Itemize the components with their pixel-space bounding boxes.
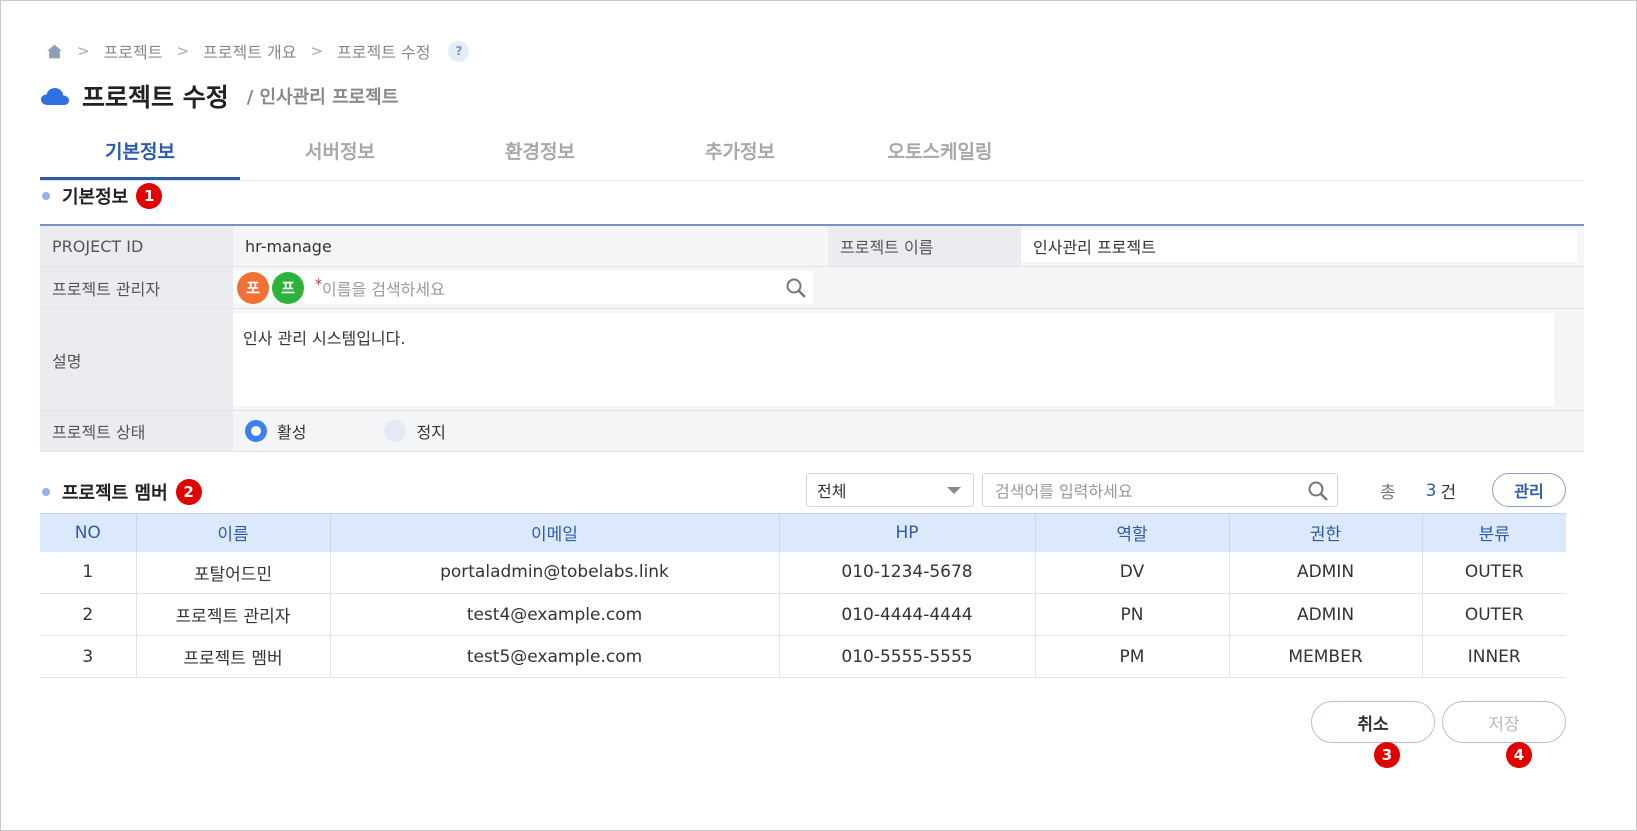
cell-name: 프로젝트 관리자 bbox=[136, 593, 331, 636]
section-title-members: 프로젝트 멤버 2 bbox=[42, 478, 202, 506]
breadcrumb-item-project[interactable]: 프로젝트 bbox=[104, 39, 163, 63]
cell-name: 프로젝트 멤버 bbox=[136, 635, 331, 678]
member-count: 총 3 건 bbox=[1380, 478, 1457, 504]
page-subtitle: / 인사관리 프로젝트 bbox=[246, 87, 399, 108]
cell-email: portaladmin@tobelabs.link bbox=[330, 551, 780, 594]
step-badge-2: 2 bbox=[175, 479, 202, 505]
avatar[interactable]: 포 bbox=[237, 271, 269, 304]
row-description: 설명 인사 관리 시스템입니다. bbox=[40, 309, 1584, 411]
column-header-category[interactable]: 분류 bbox=[1422, 513, 1566, 552]
required-mark: * bbox=[315, 277, 322, 293]
breadcrumb-item-edit: 프로젝트 수정 bbox=[337, 43, 431, 62]
cloud-icon bbox=[41, 88, 69, 105]
total-unit: 건 bbox=[1440, 483, 1457, 503]
help-icon[interactable]: ? bbox=[448, 40, 470, 62]
radio-stop[interactable] bbox=[384, 420, 407, 442]
cell-role: DV bbox=[1035, 551, 1230, 594]
step-badge-1: 1 bbox=[136, 183, 163, 209]
step-badge-3: 3 bbox=[1374, 742, 1400, 768]
column-header-no[interactable]: NO bbox=[40, 513, 137, 552]
avatar[interactable]: 프 bbox=[272, 271, 304, 304]
label-manager: 프로젝트 관리자 bbox=[40, 267, 233, 308]
chevron-right-icon: > bbox=[176, 42, 190, 60]
label-project-name: 프로젝트 이름 bbox=[828, 226, 1021, 266]
section-title-members-label: 프로젝트 멤버 bbox=[62, 483, 168, 504]
column-header-name[interactable]: 이름 bbox=[136, 513, 331, 552]
total-label: 총 bbox=[1380, 483, 1396, 503]
label-status: 프로젝트 상태 bbox=[40, 411, 233, 451]
cell-category: OUTER bbox=[1422, 593, 1566, 636]
label-description: 설명 bbox=[40, 309, 233, 410]
status-radio-group: 활성 정지 bbox=[233, 411, 1533, 451]
section-title-basic: 기본정보 1 bbox=[42, 182, 163, 210]
table-header-row: NO 이름 이메일 HP 역할 권한 분류 bbox=[40, 513, 1566, 552]
step-badge-4: 4 bbox=[1506, 742, 1532, 768]
column-header-hp[interactable]: HP bbox=[779, 513, 1036, 552]
cell-permission: MEMBER bbox=[1229, 635, 1423, 678]
page-header: 프로젝트 수정 / 인사관리 프로젝트 bbox=[40, 78, 398, 114]
total-count: 3 bbox=[1425, 480, 1437, 501]
table-row[interactable]: 2 프로젝트 관리자 test4@example.com 010-4444-44… bbox=[40, 593, 1566, 636]
search-icon[interactable] bbox=[1307, 480, 1329, 502]
manage-button[interactable]: 관리 bbox=[1492, 473, 1566, 507]
tab-env-info[interactable]: 환경정보 bbox=[440, 128, 640, 180]
tab-server-info[interactable]: 서버정보 bbox=[240, 128, 440, 180]
save-button[interactable]: 저장 bbox=[1442, 701, 1566, 743]
project-name-input[interactable]: 인사관리 프로젝트 bbox=[1021, 230, 1577, 262]
tab-autoscaling[interactable]: 오토스케일링 bbox=[840, 128, 1040, 180]
tab-extra-info[interactable]: 추가정보 bbox=[640, 128, 840, 180]
page-title: 프로젝트 수정 bbox=[82, 83, 229, 112]
chevron-right-icon: > bbox=[77, 42, 90, 60]
label-project-id: PROJECT ID bbox=[40, 226, 233, 266]
radio-stop-label[interactable]: 정지 bbox=[416, 419, 445, 443]
cell-no: 1 bbox=[40, 551, 137, 594]
cell-hp: 010-5555-5555 bbox=[779, 635, 1036, 678]
cell-no: 2 bbox=[40, 593, 137, 636]
bullet-icon bbox=[42, 488, 50, 496]
row-project-id: PROJECT ID hr-manage 프로젝트 이름 인사관리 프로젝트 bbox=[40, 226, 1584, 267]
cell-name: 포탈어드민 bbox=[136, 551, 331, 594]
description-textarea[interactable]: 인사 관리 시스템입니다. bbox=[233, 313, 1554, 406]
cell-hp: 010-4444-4444 bbox=[779, 593, 1036, 636]
table-row[interactable]: 1 포탈어드민 portaladmin@tobelabs.link 010-12… bbox=[40, 551, 1566, 594]
section-title-basic-label: 기본정보 bbox=[62, 187, 129, 208]
cell-role: PM bbox=[1035, 635, 1230, 678]
member-search-input[interactable]: 검색어를 입력하세요 bbox=[982, 473, 1338, 507]
manager-search-field[interactable]: 포 프 * 이름을 검색하세요 bbox=[233, 271, 813, 304]
cell-category: INNER bbox=[1422, 635, 1566, 678]
bullet-icon bbox=[42, 192, 50, 200]
member-table: NO 이름 이메일 HP 역할 권한 분류 1 포탈어드민 portaladmi… bbox=[40, 513, 1566, 678]
cell-email: test4@example.com bbox=[330, 593, 780, 636]
cell-hp: 010-1234-5678 bbox=[779, 551, 1036, 594]
cell-email: test5@example.com bbox=[330, 635, 780, 678]
member-search-placeholder: 검색어를 입력하세요 bbox=[995, 482, 1133, 501]
tab-bar: 기본정보 서버정보 환경정보 추가정보 오토스케일링 bbox=[40, 128, 1584, 181]
radio-active-label[interactable]: 활성 bbox=[277, 419, 306, 443]
chevron-right-icon: > bbox=[310, 42, 324, 60]
caret-down-icon bbox=[947, 487, 961, 494]
member-filter-value: 전체 bbox=[817, 482, 847, 501]
cell-no: 3 bbox=[40, 635, 137, 678]
basic-info-table: PROJECT ID hr-manage 프로젝트 이름 인사관리 프로젝트 프… bbox=[40, 224, 1584, 452]
row-manager: 프로젝트 관리자 포 프 * 이름을 검색하세요 bbox=[40, 267, 1584, 309]
breadcrumb: > 프로젝트 > 프로젝트 개요 > 프로젝트 수정 ? bbox=[46, 39, 470, 63]
cell-permission: ADMIN bbox=[1229, 551, 1423, 594]
table-row[interactable]: 3 프로젝트 멤버 test5@example.com 010-5555-555… bbox=[40, 635, 1566, 678]
column-header-role[interactable]: 역할 bbox=[1035, 513, 1230, 552]
tab-basic-info[interactable]: 기본정보 bbox=[40, 128, 240, 180]
cell-permission: ADMIN bbox=[1229, 593, 1423, 636]
column-header-permission[interactable]: 권한 bbox=[1229, 513, 1423, 552]
manager-search-input[interactable]: 이름을 검색하세요 bbox=[322, 276, 445, 300]
cell-role: PN bbox=[1035, 593, 1230, 636]
cancel-button[interactable]: 취소 bbox=[1311, 701, 1435, 743]
radio-active[interactable] bbox=[245, 420, 267, 442]
home-icon[interactable] bbox=[46, 43, 63, 60]
breadcrumb-item-overview[interactable]: 프로젝트 개요 bbox=[203, 39, 296, 63]
search-icon[interactable] bbox=[785, 277, 807, 299]
cell-category: OUTER bbox=[1422, 551, 1566, 594]
column-header-email[interactable]: 이메일 bbox=[330, 513, 780, 552]
value-project-id: hr-manage bbox=[245, 236, 332, 256]
row-status: 프로젝트 상태 활성 정지 bbox=[40, 411, 1584, 452]
member-filter-select[interactable]: 전체 bbox=[806, 473, 974, 507]
